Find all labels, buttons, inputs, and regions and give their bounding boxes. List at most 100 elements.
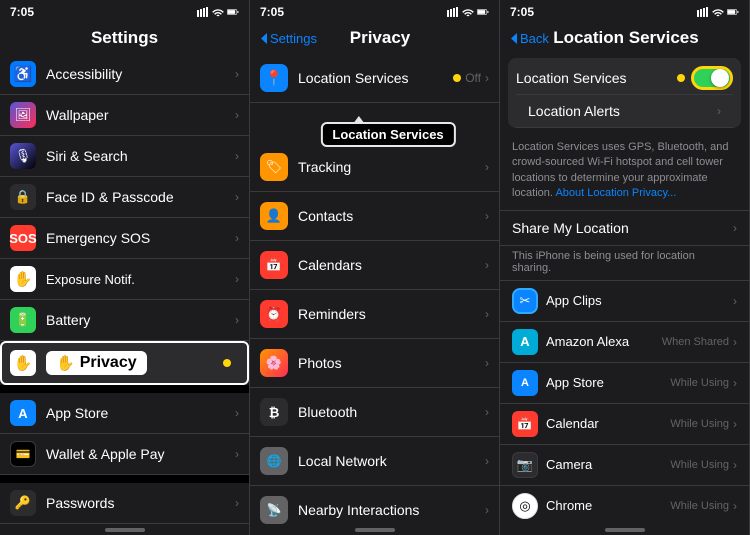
appclips-chevron: › [733, 294, 737, 308]
passwords-icon: 🔑 [10, 490, 36, 516]
privacy-item-bluetooth[interactable]: ₿ Bluetooth › [250, 388, 499, 437]
sidebar-item-battery[interactable]: 🔋 Battery › [0, 300, 249, 341]
toggle-container [691, 66, 733, 90]
status-bar-mid: 7:05 [250, 0, 499, 24]
status-bar-right: 7:05 [500, 0, 749, 24]
exposure-label: Exposure Notif. [46, 272, 235, 287]
chrome-icon: ◎ [512, 493, 538, 519]
siri-label: Siri & Search [46, 148, 235, 164]
camera-loc-icon: 📷 [512, 452, 538, 478]
privacy-icon: ✋ [10, 350, 36, 376]
privacy-item-location[interactable]: 📍 Location Services Off › Location Servi… [250, 54, 499, 103]
app-item-calendar[interactable]: 📅 Calendar While Using › [500, 404, 749, 445]
privacy-item-calendars[interactable]: 📅 Calendars › [250, 241, 499, 290]
status-icons-mid [447, 7, 489, 17]
app-list: ✂ App Clips › A Amazon Alexa When Shared… [500, 281, 749, 525]
sidebar-item-exposure[interactable]: ✋ Exposure Notif. › [0, 259, 249, 300]
status-icons-right [697, 7, 739, 17]
localnetwork-icon: 🌐 [260, 447, 288, 475]
localnetwork-chevron: › [485, 454, 489, 468]
settings-panel: 7:05 Settings ♿ Accessibility › 🖼 Wallpa… [0, 0, 250, 535]
privacy-nav-title: Privacy [321, 28, 439, 48]
sidebar-item-wallpaper[interactable]: 🖼 Wallpaper › [0, 95, 249, 136]
alexa-status: When Shared [662, 336, 729, 348]
chrome-status: While Using [670, 500, 729, 512]
app-item-chrome[interactable]: ◎ Chrome While Using › [500, 486, 749, 525]
accessibility-icon: ♿ [10, 61, 36, 87]
sidebar-item-faceid[interactable]: 🔒 Face ID & Passcode › [0, 177, 249, 218]
sidebar-item-wallet[interactable]: 💳 Wallet & Apple Pay › [0, 434, 249, 475]
priv-contacts-label: Contacts [298, 208, 485, 224]
passwords-label: Passwords [46, 495, 235, 511]
reminders-label: Reminders [298, 306, 485, 322]
location-label: Location Services [298, 70, 453, 86]
privacy-item-nearby[interactable]: 📡 Nearby Interactions › [250, 486, 499, 525]
wallet-icon: 💳 [10, 441, 36, 467]
exposure-chevron: › [235, 272, 239, 286]
back-button-right[interactable]: Back [510, 31, 549, 46]
toggle-dot [677, 74, 685, 82]
calendars-chevron: › [485, 258, 489, 272]
time-left: 7:05 [10, 5, 34, 19]
share-my-location-label: Share My Location [512, 220, 733, 236]
alexa-name: Amazon Alexa [546, 334, 662, 349]
siri-icon: 🎙 [10, 143, 36, 169]
privacy-item-localnetwork[interactable]: 🌐 Local Network › [250, 437, 499, 486]
priv-contacts-icon: 👤 [260, 202, 288, 230]
appstore-label: App Store [46, 405, 235, 421]
wallet-label: Wallet & Apple Pay [46, 446, 235, 462]
faceid-icon: 🔒 [10, 184, 36, 210]
app-item-appclips[interactable]: ✂ App Clips › [500, 281, 749, 322]
status-bar-left: 7:05 [0, 0, 249, 24]
location-alerts-chevron: › [717, 104, 721, 118]
back-label-mid: Settings [270, 31, 317, 46]
sidebar-item-siri[interactable]: 🎙 Siri & Search › [0, 136, 249, 177]
location-services-toggle[interactable] [691, 66, 733, 90]
sidebar-item-mail[interactable]: ✉ Mail › [0, 524, 249, 525]
app-item-appstore-loc[interactable]: A App Store While Using › [500, 363, 749, 404]
privacy-nav: Settings Privacy [250, 24, 499, 54]
location-alerts-row[interactable]: Location Alerts › [516, 95, 733, 128]
location-chevron: › [485, 71, 489, 85]
app-item-alexa[interactable]: A Amazon Alexa When Shared › [500, 322, 749, 363]
sidebar-item-passwords[interactable]: 🔑 Passwords › [0, 483, 249, 524]
appclips-icon: ✂ [512, 288, 538, 314]
sidebar-item-emergency[interactable]: SOS Emergency SOS › [0, 218, 249, 259]
about-location-link[interactable]: About Location Privacy... [555, 187, 676, 199]
calendar-chevron: › [733, 417, 737, 431]
time-right: 7:05 [510, 5, 534, 19]
location-alerts-label: Location Alerts [528, 103, 717, 119]
app-item-camera-loc[interactable]: 📷 Camera While Using › [500, 445, 749, 486]
location-services-nav-title: Location Services [553, 28, 699, 48]
exposure-icon: ✋ [10, 266, 36, 292]
location-services-section: Location Services Location Alerts › [508, 58, 741, 128]
appstore-loc-status: While Using [670, 377, 729, 389]
privacy-item-reminders[interactable]: ⏰ Reminders › [250, 290, 499, 339]
sidebar-item-privacy[interactable]: ✋ ✋ Privacy [0, 341, 249, 385]
location-services-row[interactable]: Location Services [516, 58, 733, 94]
nearby-label: Nearby Interactions [298, 502, 485, 518]
share-location-chevron: › [733, 221, 737, 235]
privacy-list: 📍 Location Services Off › Location Servi… [250, 54, 499, 525]
scroll-indicator-right [605, 528, 645, 532]
chrome-chevron: › [733, 499, 737, 513]
calendars-icon: 📅 [260, 251, 288, 279]
settings-title: Settings [0, 24, 249, 54]
sidebar-item-appstore[interactable]: A App Store › [0, 393, 249, 434]
faceid-chevron: › [235, 190, 239, 204]
location-services-label: Location Services [516, 70, 627, 86]
share-my-location-row[interactable]: Share My Location › [500, 211, 749, 246]
wallpaper-chevron: › [235, 108, 239, 122]
nearby-icon: 📡 [260, 496, 288, 524]
faceid-label: Face ID & Passcode [46, 189, 235, 205]
privacy-dot [223, 359, 231, 367]
privacy-badge-label: Privacy [80, 354, 137, 372]
battery-chevron: › [235, 313, 239, 327]
privacy-item-tracking[interactable]: 🏷 Tracking › [250, 143, 499, 192]
privacy-item-photos[interactable]: 🌸 Photos › [250, 339, 499, 388]
tracking-label: Tracking [298, 159, 485, 175]
settings-back-button[interactable]: Settings [260, 31, 317, 46]
sidebar-item-accessibility[interactable]: ♿ Accessibility › [0, 54, 249, 95]
privacy-item-contacts[interactable]: 👤 Contacts › [250, 192, 499, 241]
appstore-chevron: › [235, 406, 239, 420]
